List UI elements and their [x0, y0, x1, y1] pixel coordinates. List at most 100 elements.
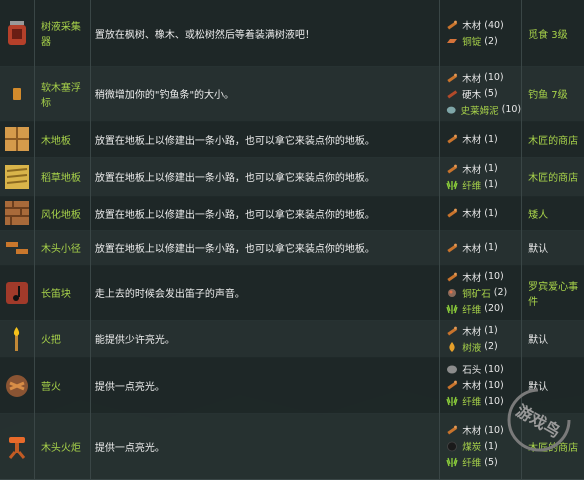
item-name[interactable]: 营火 [35, 357, 91, 413]
material-name[interactable]: 史莱姆泥 [461, 103, 499, 117]
item-source[interactable]: 矮人 [522, 196, 584, 230]
table-row: 木地板 放置在地板上以修建出一条小路，也可以拿它来装点你的地板。 木材 (1) 木匠的商… [0, 121, 584, 158]
material-name[interactable]: 树液 [462, 340, 481, 354]
item-name[interactable]: 木地板 [35, 121, 91, 157]
material-qty: (40) [484, 19, 504, 31]
material-name[interactable]: 纤维 [462, 178, 481, 192]
item-name[interactable]: 稻草地板 [35, 157, 91, 196]
item-description: 放置在地板上以修建出一条小路，也可以拿它来装点你的地板。 [91, 157, 441, 196]
item-source[interactable]: 罗宾爱心事件 [522, 265, 584, 320]
wood-icon [446, 271, 458, 283]
item-description: 提供一点亮光。 [91, 413, 441, 479]
material-name[interactable]: 木材 [462, 423, 481, 437]
material-qty: (1) [484, 207, 498, 219]
item-name[interactable]: 木头火炬 [35, 413, 91, 479]
hardwood-icon [446, 88, 458, 100]
material-name[interactable]: 木材 [462, 324, 481, 338]
item-icon [0, 265, 35, 320]
material-name[interactable]: 木材 [462, 162, 481, 176]
material-qty: (10) [484, 424, 504, 436]
materials-list: 木材 (1) [440, 230, 523, 265]
material-qty: (5) [484, 456, 498, 468]
materials-list: 木材 (40) 铜锭 (2) [440, 0, 523, 66]
material-qty: (10) [484, 363, 504, 375]
material-qty: (10) [484, 72, 504, 83]
item-source[interactable]: 钓鱼 7级 [522, 66, 584, 121]
material-name[interactable]: 纤维 [462, 302, 481, 316]
material-qty: (1) [484, 325, 498, 336]
material-name[interactable]: 木材 [462, 206, 481, 220]
wood-icon [446, 72, 458, 84]
material-name[interactable]: 石头 [462, 362, 481, 376]
item-name[interactable]: 风化地板 [35, 196, 91, 230]
material-name[interactable]: 纤维 [462, 455, 481, 469]
item-source: 默认 [528, 244, 549, 255]
material-item: 纤维 (1) [446, 177, 521, 193]
material-name[interactable]: 木材 [462, 270, 481, 284]
item-source[interactable]: 木匠的商店 [522, 157, 584, 196]
material-qty: (10) [501, 104, 522, 115]
item-icon [0, 196, 35, 230]
table-row: 风化地板 放置在地板上以修建出一条小路，也可以拿它来装点你的地板。 木材 (1) 矮人 [0, 196, 584, 231]
item-icon [0, 66, 35, 121]
material-item: 木材 (1) [446, 323, 521, 339]
material-item: 史莱姆泥 (10) [446, 102, 521, 118]
material-qty: (1) [484, 133, 498, 145]
material-name[interactable]: 木材 [462, 18, 481, 32]
fiber-icon [446, 456, 458, 468]
material-item: 木材 (1) [446, 131, 521, 147]
stone-icon [446, 363, 458, 375]
copper-bar-icon [446, 35, 458, 47]
item-icon [0, 121, 35, 157]
item-icon [0, 413, 35, 479]
material-item: 铜矿石 (2) [446, 285, 521, 301]
table-row: 树液采集器 置放在枫树、橡木、或松树然后等着装满树液吧！ 木材 (40) 铜锭 (2) 觅食… [0, 0, 584, 67]
table-row: 木头火炬 提供一点亮光。 木材 (10) 煤炭 (1) 纤维 (5) 木匠的商店 [0, 413, 584, 480]
material-name[interactable]: 木材 [462, 132, 481, 146]
material-name[interactable]: 煤炭 [462, 439, 481, 453]
material-qty: (1) [484, 242, 498, 253]
material-item: 木材 (10) [446, 269, 521, 285]
material-qty: (10) [484, 395, 504, 407]
wood-icon [446, 325, 458, 337]
material-name[interactable]: 纤维 [462, 394, 481, 408]
material-qty: (1) [484, 440, 498, 452]
material-item: 木材 (40) [446, 17, 521, 33]
material-qty: (5) [484, 88, 498, 99]
materials-list: 木材 (10) 铜矿石 (2) 纤维 (20) [440, 265, 523, 320]
material-qty: (1) [484, 179, 498, 190]
material-name[interactable]: 铜矿石 [462, 286, 491, 300]
material-name[interactable]: 木材 [462, 241, 481, 255]
item-description: 走上去的时候会发出笛子的声音。 [91, 265, 441, 320]
item-source: 默认 [528, 335, 549, 346]
material-item: 纤维 (5) [446, 454, 521, 470]
copper-ore-icon [446, 287, 458, 299]
materials-list: 木材 (1) 纤维 (1) [440, 157, 523, 196]
item-source[interactable]: 觅食 3级 [522, 0, 584, 66]
item-name[interactable]: 长笛块 [35, 265, 91, 320]
materials-list: 木材 (1) [440, 196, 523, 230]
material-item: 木材 (1) [446, 161, 521, 177]
table-row: 软木塞浮标 稍微增加你的"钓鱼条"的大小。 木材 (10) 硬木 (5) 史莱姆泥 (10) 钓… [0, 66, 584, 122]
item-description: 稍微增加你的"钓鱼条"的大小。 [91, 66, 441, 121]
material-name[interactable]: 木材 [462, 71, 481, 85]
item-name[interactable]: 软木塞浮标 [35, 66, 91, 121]
wood-icon [446, 379, 458, 391]
material-name[interactable]: 铜锭 [462, 34, 481, 48]
material-item: 木材 (1) [446, 240, 521, 256]
item-description: 置放在枫树、橡木、或松树然后等着装满树液吧！ [91, 0, 441, 66]
item-name[interactable]: 火把 [35, 320, 91, 357]
table-row: 火把 能提供少许亮光。 木材 (1) 树液 (2) 默认 [0, 320, 584, 358]
material-item: 树液 (2) [446, 339, 521, 355]
item-name[interactable]: 树液采集器 [35, 0, 91, 66]
item-description: 放置在地板上以修建出一条小路，也可以拿它来装点你的地板。 [91, 230, 441, 265]
item-name[interactable]: 木头小径 [35, 230, 91, 265]
materials-list: 木材 (10) 硬木 (5) 史莱姆泥 (10) [440, 66, 523, 121]
item-icon [0, 0, 35, 66]
table-row: 营火 提供一点亮光。 石头 (10) 木材 (10) 纤维 (10) 默认 [0, 357, 584, 414]
item-source[interactable]: 木匠的商店 [522, 121, 584, 157]
material-name[interactable]: 木材 [462, 378, 481, 392]
material-qty: (2) [493, 287, 508, 298]
material-name[interactable]: 硬木 [462, 87, 481, 101]
material-item: 木材 (10) [446, 70, 521, 86]
